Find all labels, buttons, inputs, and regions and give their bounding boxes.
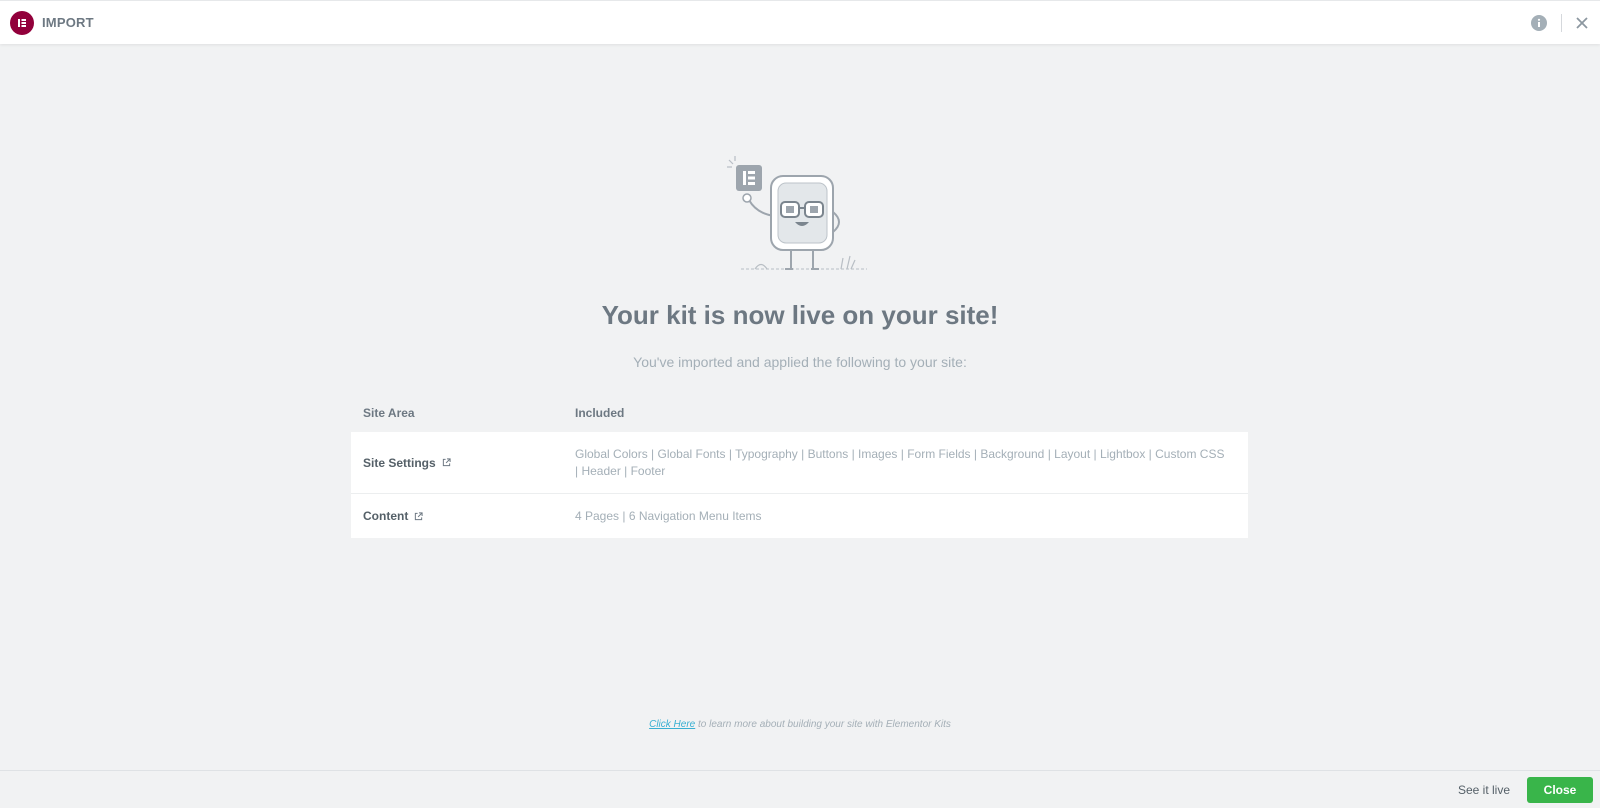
import-summary-table: Site Area Included Site Settings Global … <box>351 393 1248 538</box>
column-header-site-area: Site Area <box>363 405 415 420</box>
elementor-logo-icon <box>10 10 34 35</box>
success-title: Your kit is now live on your site! <box>601 300 999 330</box>
learn-more-text: to learn more about building your site w… <box>698 719 951 730</box>
info-icon[interactable] <box>1531 15 1547 31</box>
table-row: Site Settings Global Colors | Global Fon… <box>351 432 1248 494</box>
success-subtitle: You've imported and applied the followin… <box>633 354 967 370</box>
footer-actions-bar: See it live Close <box>0 770 1600 808</box>
content-label: Content <box>363 509 409 523</box>
site-settings-included: Global Colors | Global Fonts | Typograph… <box>575 446 1225 478</box>
header-actions <box>1531 1 1590 45</box>
content-link[interactable]: Content <box>363 509 423 523</box>
close-icon[interactable] <box>1574 15 1590 31</box>
external-link-icon <box>415 511 423 520</box>
content-included: 4 Pages | 6 Navigation Menu Items <box>575 508 762 523</box>
site-settings-link[interactable]: Site Settings <box>363 456 451 470</box>
table-header-row: Site Area Included <box>351 393 1248 432</box>
learn-more-note: Click Here to learn more about building … <box>0 719 1600 730</box>
table-row: Content 4 Pages | 6 Navigation Menu Item… <box>351 494 1248 538</box>
external-link-icon <box>442 458 451 467</box>
close-button[interactable]: Close <box>1527 777 1593 803</box>
header-divider <box>1561 14 1562 32</box>
click-here-link[interactable]: Click Here <box>649 719 695 730</box>
header-title: IMPORT <box>42 15 94 30</box>
elementor-mascot-illustration <box>727 156 869 271</box>
site-settings-label: Site Settings <box>363 455 436 470</box>
see-it-live-button[interactable]: See it live <box>1458 771 1510 808</box>
top-header: IMPORT <box>0 0 1600 44</box>
column-header-included: Included <box>575 405 625 420</box>
